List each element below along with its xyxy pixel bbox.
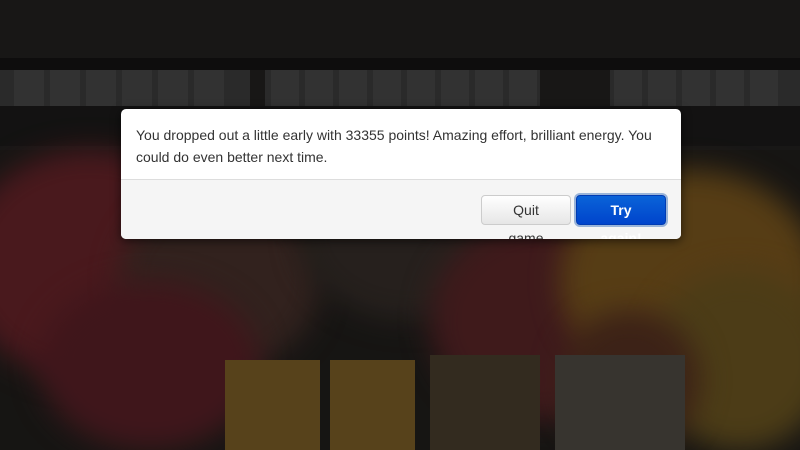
- try-again-button[interactable]: Try again!: [576, 195, 666, 239]
- dialog-footer: Quit game Try again!: [121, 179, 681, 239]
- game-over-message: You dropped out a little early with 3335…: [136, 127, 652, 165]
- quit-game-button[interactable]: Quit game: [481, 195, 571, 239]
- game-over-dialog: You dropped out a little early with 3335…: [121, 109, 681, 239]
